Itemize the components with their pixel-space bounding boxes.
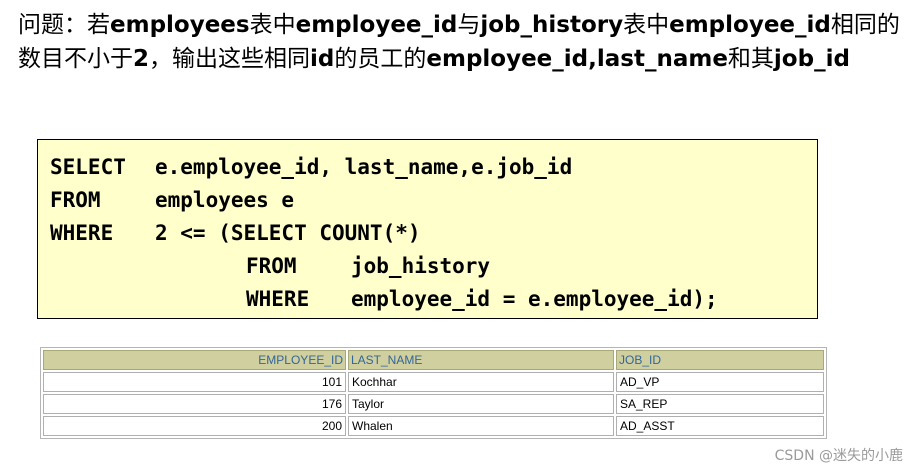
table-row: 200 Whalen AD_ASST — [43, 416, 824, 436]
table-row: 101 Kochhar AD_VP — [43, 372, 824, 392]
question-segment: 问题：若 — [18, 12, 110, 38]
sql-line-where: WHERE 2 <= (SELECT COUNT(*) — [50, 217, 817, 250]
question-segment: employee_id — [669, 12, 831, 38]
sql-text: employees e — [155, 188, 295, 212]
sql-keyword: FROM — [246, 254, 297, 278]
column-header-employee-id: EMPLOYEE_ID — [43, 350, 346, 370]
sql-text: 2 <= (SELECT COUNT(*) — [155, 221, 421, 245]
question-segment: 2 — [133, 46, 150, 72]
question-segment: 表中 — [249, 12, 296, 38]
sql-text: employee_id = e.employee_id); — [351, 287, 718, 311]
table-row: 176 Taylor SA_REP — [43, 394, 824, 414]
sql-text: e.employee_id, last_name,e.job_id — [155, 155, 573, 179]
cell-employee-id: 101 — [43, 372, 346, 392]
question-segment: 与 — [457, 12, 481, 38]
question-segment: 表中 — [623, 12, 670, 38]
cell-job-id: SA_REP — [616, 394, 824, 414]
cell-last-name: Kochhar — [348, 372, 614, 392]
sql-text: job_history — [351, 254, 491, 278]
table-header-row: EMPLOYEE_ID LAST_NAME JOB_ID — [43, 350, 824, 370]
question-segment: employee_id — [295, 12, 458, 38]
cell-employee-id: 176 — [43, 394, 346, 414]
sql-keyword: WHERE — [246, 287, 310, 311]
cell-job-id: AD_VP — [616, 372, 824, 392]
question-segment: employee_id,last_name — [426, 46, 728, 72]
sql-keyword: FROM — [50, 188, 101, 212]
sql-keyword: WHERE — [50, 221, 114, 245]
watermark: CSDN @迷失的小鹿 — [774, 448, 903, 464]
question-segment: job_history — [480, 12, 624, 38]
sql-line-select: SELECT e.employee_id, last_name,e.job_id — [50, 151, 817, 184]
question-segment: 和其 — [727, 46, 774, 72]
question-text: 问题：若employees表中employee_id与job_history表中… — [18, 8, 908, 76]
column-header-last-name: LAST_NAME — [348, 350, 614, 370]
column-header-job-id: JOB_ID — [616, 350, 824, 370]
question-segment: id — [310, 46, 335, 72]
sql-line-from: FROM employees e — [50, 184, 817, 217]
sql-code-box: SELECT e.employee_id, last_name,e.job_id … — [37, 139, 818, 319]
cell-last-name: Taylor — [348, 394, 614, 414]
cell-job-id: AD_ASST — [616, 416, 824, 436]
question-segment: ，输出这些相同 — [149, 46, 311, 72]
sql-line-subquery-where: WHERE employee_id = e.employee_id); — [50, 283, 817, 316]
sql-line-subquery-from: FROM job_history — [50, 250, 817, 283]
question-segment: job_id — [773, 46, 850, 72]
cell-last-name: Whalen — [348, 416, 614, 436]
sql-keyword: SELECT — [50, 155, 126, 179]
question-segment: 的员工的 — [334, 46, 427, 72]
result-table: EMPLOYEE_ID LAST_NAME JOB_ID 101 Kochhar… — [40, 347, 827, 439]
cell-employee-id: 200 — [43, 416, 346, 436]
question-segment: employees — [110, 12, 250, 38]
